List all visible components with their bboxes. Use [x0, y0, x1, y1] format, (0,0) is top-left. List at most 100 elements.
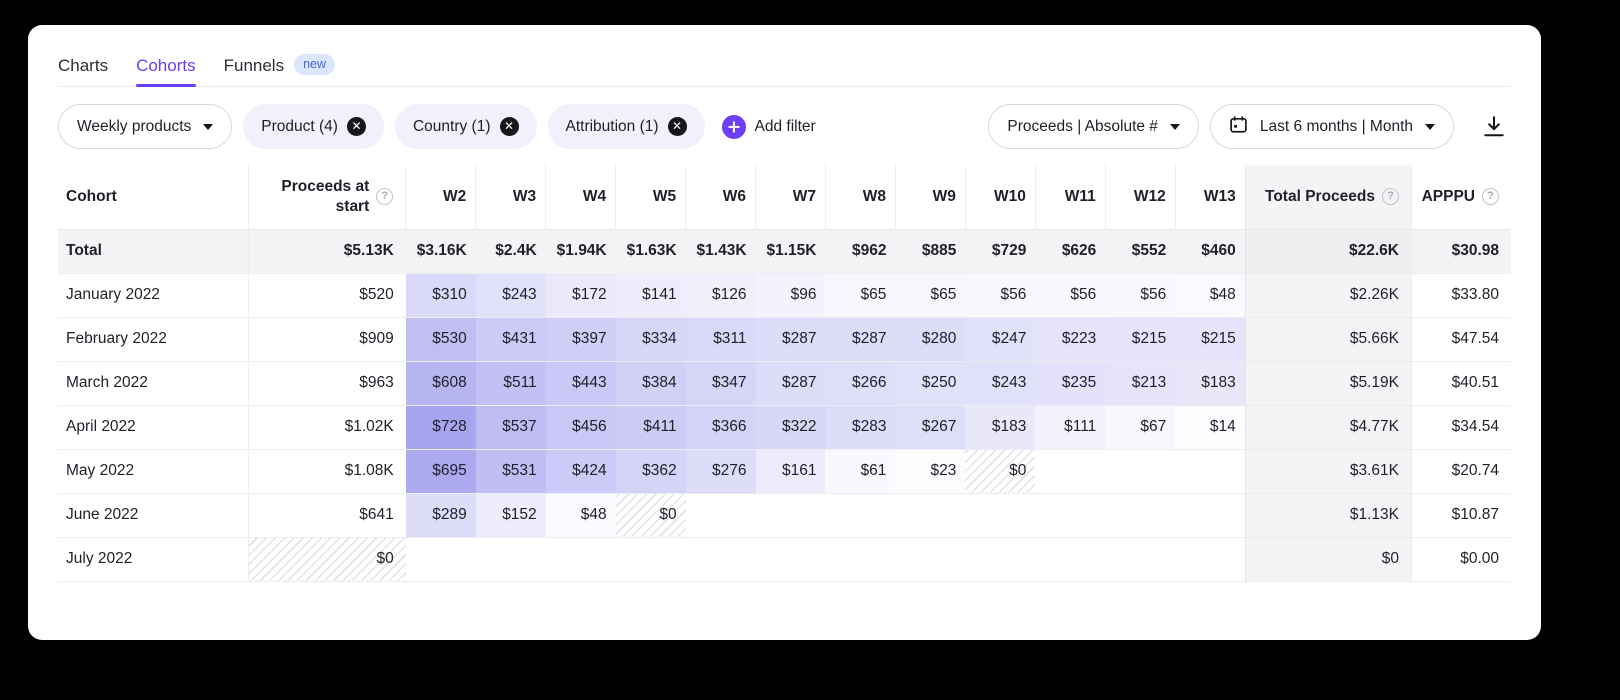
- help-icon[interactable]: ?: [376, 188, 394, 206]
- tab-funnels[interactable]: Funnels new: [223, 54, 336, 87]
- tab-cohorts[interactable]: Cohorts: [136, 56, 196, 87]
- table-row[interactable]: June 2022 $641 $289 $152 $48 $0 $1.13K $10.87: [58, 493, 1511, 537]
- week-cell: $531: [475, 449, 546, 493]
- week-cell: $511: [475, 361, 546, 405]
- total-proceeds-cell: $3.61K: [1244, 449, 1412, 493]
- week-cell: $250: [895, 361, 966, 405]
- dataset-select[interactable]: Weekly products: [58, 104, 233, 149]
- cohort-name: April 2022: [66, 418, 136, 435]
- apppu-cell: $10.87: [1410, 493, 1511, 537]
- week-cell: $1.63K: [626, 242, 677, 259]
- total-proceeds-cell: $22.6K: [1244, 229, 1412, 273]
- week-cell: [1175, 493, 1245, 537]
- apppu-cell: $34.54: [1410, 405, 1511, 449]
- cohort-table: Cohort Proceeds at start? W2 W3 W4 W5 W6 W7 W8 W9 W…: [58, 165, 1511, 582]
- column-header-week-w11: W11: [1034, 165, 1106, 230]
- add-filter-button[interactable]: Add filter: [721, 114, 816, 139]
- column-header-week-w8: W8: [824, 165, 896, 230]
- week-cell: [616, 537, 686, 581]
- week-cell: [756, 493, 826, 537]
- remove-filter-icon[interactable]: ✕: [667, 117, 687, 136]
- week-cell: $552: [1131, 242, 1167, 259]
- table-row[interactable]: January 2022 $520 $310 $243 $172 $141 $126 $96 $…: [58, 273, 1511, 317]
- filter-chip[interactable]: Product (4) ✕: [243, 104, 384, 149]
- week-cell: $397: [545, 317, 616, 361]
- week-cell: $280: [895, 317, 966, 361]
- table-row[interactable]: May 2022 $1.08K $695 $531 $424 $362 $276 $161 $6…: [58, 449, 1511, 493]
- week-cell: $283: [825, 405, 896, 449]
- week-cell: $728: [405, 405, 476, 449]
- week-cell: [686, 537, 756, 581]
- filter-chip[interactable]: Country (1) ✕: [394, 104, 537, 149]
- week-cell: $152: [475, 493, 546, 537]
- help-icon[interactable]: ?: [1381, 188, 1399, 206]
- week-cell: $1.94K: [556, 242, 607, 259]
- week-cell: $729: [991, 242, 1027, 259]
- table-row[interactable]: March 2022 $963 $608 $511 $443 $384 $347 $287 $2…: [58, 361, 1511, 405]
- filter-chip-label: Product (4): [261, 117, 338, 135]
- week-cell: $310: [405, 273, 476, 317]
- tab-label: Funnels: [223, 55, 285, 75]
- total-proceeds-cell: $2.26K: [1244, 273, 1412, 317]
- table-row[interactable]: Total $5.13K $3.16K $2.4K $1.94K $1.63K $1.43K…: [58, 229, 1511, 273]
- week-cell: $141: [615, 273, 686, 317]
- week-cell: $287: [755, 361, 826, 405]
- week-cell: [686, 493, 756, 537]
- column-header-label: W11: [1064, 187, 1096, 205]
- week-cell: $14: [1175, 405, 1246, 449]
- week-cell: $443: [545, 361, 616, 405]
- week-cell: $267: [895, 405, 966, 449]
- table-row[interactable]: April 2022 $1.02K $728 $537 $456 $411 $366 $322…: [58, 405, 1511, 449]
- week-cell: $2.4K: [495, 242, 537, 259]
- week-cell: [546, 537, 616, 581]
- column-header-week-w3: W3: [475, 165, 546, 230]
- column-header-label: W3: [512, 187, 537, 205]
- week-cell: $962: [851, 242, 887, 259]
- proceeds-at-start-cell: $5.13K: [248, 229, 406, 273]
- week-cell: $347: [685, 361, 756, 405]
- column-header-label: Cohort: [66, 187, 117, 205]
- week-cell: $243: [965, 361, 1036, 405]
- download-button[interactable]: [1481, 114, 1507, 140]
- help-icon[interactable]: ?: [1482, 188, 1499, 206]
- column-header-week-w7: W7: [755, 165, 826, 230]
- week-cell: $61: [825, 449, 896, 493]
- tab-label: Cohorts: [136, 56, 196, 75]
- week-cell: $56: [1105, 273, 1176, 317]
- cohort-name: March 2022: [66, 374, 148, 391]
- week-cell: $431: [475, 317, 546, 361]
- chevron-down-icon: [203, 123, 214, 130]
- column-header-apppu: APPPU?: [1410, 165, 1511, 230]
- week-cell: $424: [545, 449, 616, 493]
- column-header-proceeds-at-start: Proceeds at start?: [248, 165, 406, 230]
- remove-filter-icon[interactable]: ✕: [499, 117, 519, 136]
- column-header-label: W9: [932, 187, 956, 205]
- table-row[interactable]: February 2022 $909 $530 $431 $397 $334 $311 $28…: [58, 317, 1511, 361]
- date-range-select[interactable]: Last 6 months | Month: [1209, 104, 1454, 149]
- new-badge: new: [294, 54, 336, 75]
- week-cell: $96: [755, 273, 826, 317]
- filter-chip[interactable]: Attribution (1) ✕: [547, 104, 705, 149]
- table-row[interactable]: July 2022 $0 $0 $0.00: [58, 537, 1511, 581]
- week-cell: $537: [475, 405, 546, 449]
- week-cell: $65: [895, 273, 966, 317]
- date-range-label: Last 6 months | Month: [1259, 117, 1413, 135]
- week-cell: [1175, 449, 1245, 493]
- week-cell: $67: [1105, 405, 1176, 449]
- filter-chip-label: Attribution (1): [565, 117, 659, 135]
- week-cell: $885: [921, 242, 957, 259]
- column-header-week-w6: W6: [685, 165, 756, 230]
- week-cell: [895, 537, 965, 581]
- proceeds-at-start-cell: $641: [248, 493, 406, 537]
- tab-charts[interactable]: Charts: [58, 56, 108, 87]
- week-cell: $266: [825, 361, 896, 405]
- calendar-icon: [1229, 115, 1248, 139]
- column-header-label: W6: [722, 187, 747, 205]
- chevron-down-icon: [1169, 123, 1180, 130]
- week-cell: $695: [405, 449, 476, 493]
- cohort-name: May 2022: [66, 462, 135, 479]
- remove-filter-icon[interactable]: ✕: [346, 117, 366, 136]
- week-cell: [1035, 537, 1105, 581]
- dataset-select-label: Weekly products: [77, 117, 192, 135]
- metric-select[interactable]: Proceeds | Absolute #: [988, 104, 1199, 149]
